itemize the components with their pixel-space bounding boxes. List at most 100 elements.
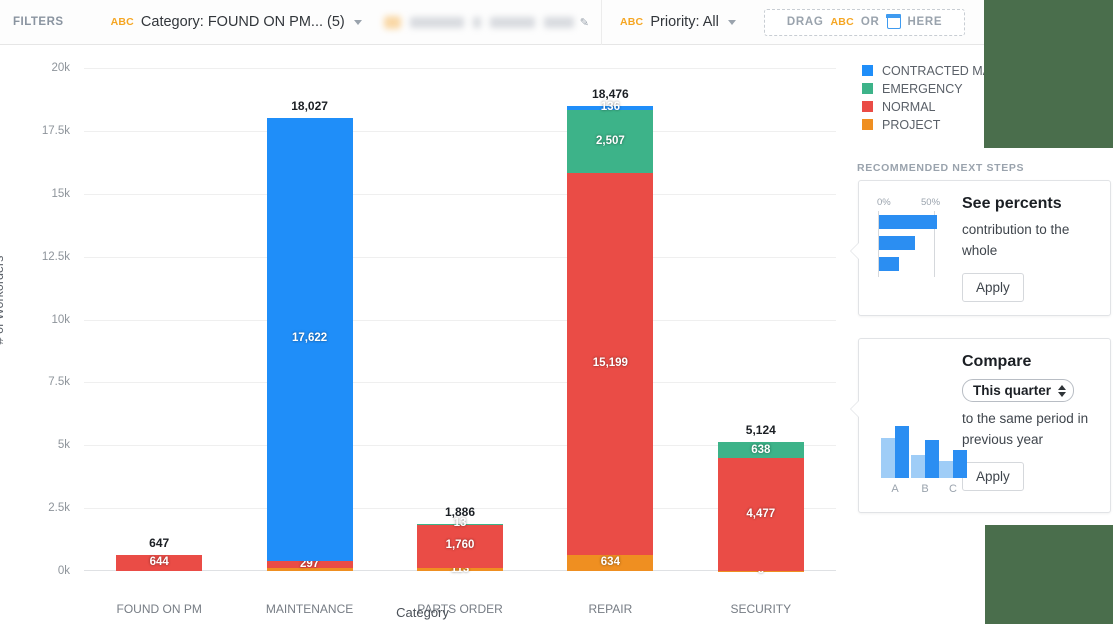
bar-segment-label: 1,760 [445, 539, 475, 552]
filters-label: FILTERS [13, 16, 64, 28]
bar-total-label: 5,124 [745, 423, 776, 438]
recommendations-heading: RECOMMENDED NEXT STEPS [857, 162, 1025, 174]
bar-segment-label: 17,622 [291, 332, 328, 345]
compare-period-select[interactable]: This quarter [962, 379, 1075, 402]
bar-segment[interactable]: 4,477 [717, 458, 804, 571]
category-filter-pill[interactable]: ABC Category: FOUND ON PM... (5) [105, 8, 368, 36]
compare-body: Compare This quarter to the same period … [962, 353, 1110, 498]
bar-segment[interactable]: 136 [567, 102, 654, 113]
legend-swatch-icon [862, 101, 873, 112]
calendar-icon [885, 14, 902, 29]
bar-segment-label: 2,507 [595, 134, 625, 147]
bar-segment[interactable]: 2,507 [567, 109, 654, 173]
abc-icon: ABC [619, 16, 644, 28]
category-filter-label: Category: FOUND ON PM... (5) [140, 14, 345, 30]
x-axis-title: Category [396, 605, 449, 620]
compare-title: Compare [962, 353, 1032, 370]
bar-column[interactable]: 113 1,760 13 1,886 PARTS ORDER [385, 68, 535, 616]
legend-item-label: NORMAL [882, 99, 936, 114]
bar-segment[interactable]: 15,199 [567, 172, 654, 556]
bar-total-label: 18,027 [291, 98, 328, 113]
compare-text: to the same period in previous year [962, 411, 1089, 447]
stepper-icon[interactable] [1058, 384, 1067, 397]
thumb-bar [879, 257, 899, 271]
bar-column[interactable]: 297 17,622 18,027 MAINTENANCE [234, 68, 384, 616]
legend-item-label: EMERGENCY [882, 81, 963, 96]
thumb-bar [879, 215, 937, 229]
recommendation-card-compare[interactable]: A B C Compare This quarter to the same p… [858, 338, 1111, 513]
redacted-filter-text [544, 16, 574, 28]
analytics-dashboard: FILTERS ABC Category: FOUND ON PM... (5)… [0, 0, 1113, 624]
thumb-bar [953, 450, 967, 478]
bar-segment-label: 4,477 [746, 507, 776, 520]
bar-segment-label: 644 [149, 556, 169, 569]
legend-item-label: PROJECT [882, 117, 941, 132]
recommendation-card-see-percents[interactable]: 0% 50% See percents contribution to the … [858, 180, 1111, 316]
dropzone-here-label: HERE [907, 16, 943, 28]
bar-segment[interactable]: 113 [416, 563, 503, 574]
bar-segment[interactable]: 638 [717, 442, 804, 459]
see-percents-body: See percents contribution to the whole A… [962, 195, 1110, 302]
abc-icon: ABC [110, 16, 134, 28]
redacted-filter-text [410, 16, 464, 28]
bar-segment-label: 634 [600, 556, 620, 569]
y-axis-tick-label: 0k [57, 565, 70, 577]
y-axis-tick-label: 15k [51, 187, 70, 200]
stacked-bar[interactable]: 644 [116, 554, 203, 571]
y-axis-tick-label: 20k [51, 62, 70, 74]
bar-group: 644 647 FOUND ON PM 297 17,622 18,027 MAINTENA… [84, 68, 836, 616]
apply-see-percents-button[interactable]: Apply [962, 272, 1024, 302]
bar-segment[interactable]: 17,622 [266, 117, 353, 561]
bar-column[interactable]: 64,4776385,124SECURITY [686, 68, 836, 616]
stacked-bar[interactable]: 64,477638 [717, 442, 804, 576]
bar-total-label: 18,476 [592, 87, 629, 102]
thumb-bar [911, 455, 925, 478]
y-axis-tick-label: 7.5k [48, 376, 70, 389]
y-axis-tick-label: 2.5k [48, 502, 70, 515]
stacked-bar[interactable]: 113 1,760 13 [416, 518, 503, 574]
edit-pencil-icon[interactable]: ✎ [580, 16, 589, 29]
apply-compare-button[interactable]: Apply [962, 461, 1024, 491]
y-axis-tick-label: 17.5k [41, 124, 70, 137]
bar-total-label: 647 [149, 535, 170, 550]
bar-column[interactable]: 634 15,199 2,507 136 18,476 REPAIR [535, 68, 685, 616]
thumb-bar [881, 438, 895, 478]
thumb-bar [895, 426, 909, 478]
bar-segment[interactable]: 634 [567, 555, 654, 571]
bar-segment[interactable]: 297 [266, 558, 353, 569]
dropzone-drag-label: DRAG [786, 16, 824, 28]
see-percents-title: See percents [962, 195, 1062, 212]
redacted-filter-text [472, 16, 482, 28]
filter-dropzone[interactable]: DRAG ABC OR HERE [763, 8, 966, 36]
legend-swatch-icon [862, 65, 873, 76]
compare-thumbnail: A B C [859, 353, 967, 498]
thumb-bar [925, 440, 939, 478]
priority-filter-pill[interactable]: ABC Priority: All [614, 8, 742, 36]
stacked-bar[interactable]: 297 17,622 [266, 117, 353, 571]
filter-toolbar: FILTERS ABC Category: FOUND ON PM... (5)… [0, 0, 1113, 45]
bar-segment[interactable]: 1,760 [416, 523, 503, 569]
thumb-label-b: B [921, 483, 929, 495]
thumb-tick-0: 0% [877, 197, 891, 208]
toolbar-divider [600, 0, 602, 45]
bar-segment-label: 638 [751, 443, 771, 456]
chevron-down-icon[interactable] [727, 19, 736, 25]
redaction-block-top [984, 0, 1113, 148]
legend-swatch-icon [862, 119, 873, 130]
bar-segment[interactable]: 644 [116, 554, 203, 571]
redacted-filter-pill[interactable] [383, 11, 574, 33]
bar-segment-label: 13 [453, 517, 467, 530]
thumb-tick-50: 50% [921, 197, 941, 208]
chevron-down-icon[interactable] [353, 19, 362, 25]
stacked-bar[interactable]: 634 15,199 2,507 136 [567, 102, 654, 571]
bar-column[interactable]: 644 647 FOUND ON PM [84, 68, 234, 616]
dropzone-or-label: OR [860, 16, 880, 28]
bar-segment-label: 15,199 [592, 357, 628, 370]
bar-segment-label: 136 [600, 101, 620, 114]
thumb-bar [939, 461, 953, 478]
redaction-block-bottom [985, 525, 1113, 624]
thumb-label-a: A [891, 483, 899, 495]
abc-icon: ABC [830, 16, 854, 28]
y-axis-tick-label: 12.5k [41, 250, 70, 263]
priority-filter-label: Priority: All [650, 14, 719, 30]
